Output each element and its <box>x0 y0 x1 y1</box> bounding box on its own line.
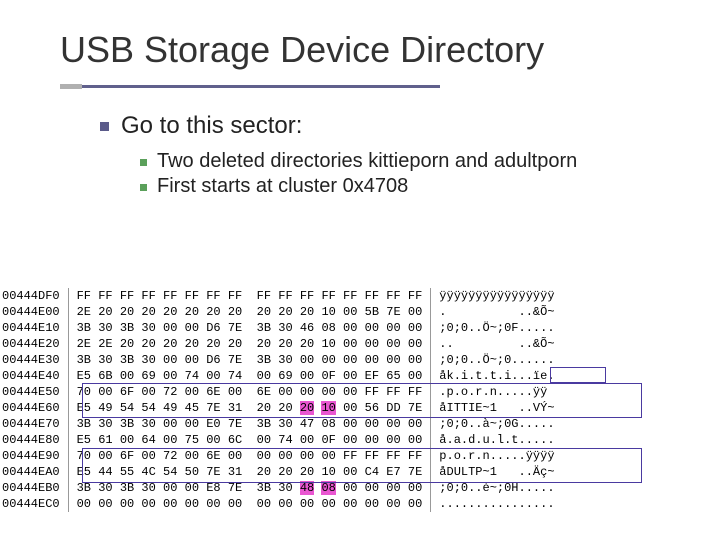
hex-offset: 00444E10 <box>2 320 68 336</box>
bullet-text: First starts at cluster 0x4708 <box>157 175 408 198</box>
bullet-level2: First starts at cluster 0x4708 <box>140 175 690 198</box>
hex-table: 00444DF0FF FF FF FF FF FF FF FF FF FF FF… <box>2 288 555 512</box>
square-bullet-icon <box>100 122 109 131</box>
hex-ascii: p.o.r.n.....ÿÿÿÿ <box>431 448 555 464</box>
hex-offset: 00444E70 <box>2 416 68 432</box>
bullet-level1: Go to this sector: <box>100 112 690 140</box>
hex-row: 00444E5070 00 6F 00 72 00 6E 00 6E 00 00… <box>2 384 555 400</box>
hex-ascii: ;0;0..à~;0G..... <box>431 416 555 432</box>
hex-offset: 00444E90 <box>2 448 68 464</box>
hex-bytes: 2E 20 20 20 20 20 20 20 20 20 20 10 00 5… <box>68 304 431 320</box>
hex-ascii: åITTIE~1 ..VÝ~ <box>431 400 555 416</box>
hex-bytes: 3B 30 3B 30 00 00 D6 7E 3B 30 46 08 00 0… <box>68 320 431 336</box>
hex-offset: 00444E50 <box>2 384 68 400</box>
hex-bytes: E5 49 54 54 49 45 7E 31 20 20 20 10 00 5… <box>68 400 431 416</box>
hex-ascii: . ..&Õ~ <box>431 304 555 320</box>
hex-row: 00444EA0E5 44 55 4C 54 50 7E 31 20 20 20… <box>2 464 555 480</box>
hex-bytes: 3B 30 3B 30 00 00 E8 7E 3B 30 48 08 00 0… <box>68 480 431 496</box>
slide-body: Go to this sector: Two deleted directori… <box>0 90 720 198</box>
hex-offset: 00444EB0 <box>2 480 68 496</box>
hex-ascii: ;0;0..Ö~;0F..... <box>431 320 555 336</box>
hex-bytes: 2E 2E 20 20 20 20 20 20 20 20 20 10 00 0… <box>68 336 431 352</box>
hex-bytes: 3B 30 3B 30 00 00 D6 7E 3B 30 00 00 00 0… <box>68 352 431 368</box>
hex-bytes: 3B 30 3B 30 00 00 E0 7E 3B 30 47 08 00 0… <box>68 416 431 432</box>
square-bullet-icon <box>140 184 147 191</box>
hex-bytes: FF FF FF FF FF FF FF FF FF FF FF FF FF F… <box>68 288 431 304</box>
hex-offset: 00444E60 <box>2 400 68 416</box>
hex-row: 00444E80E5 61 00 64 00 75 00 6C 00 74 00… <box>2 432 555 448</box>
hex-ascii: ;0;0..è~;0H..... <box>431 480 555 496</box>
hex-offset: 00444EC0 <box>2 496 68 512</box>
hex-bytes: 00 00 00 00 00 00 00 00 00 00 00 00 00 0… <box>68 496 431 512</box>
hex-offset: 00444E30 <box>2 352 68 368</box>
hex-row: 00444E103B 30 3B 30 00 00 D6 7E 3B 30 46… <box>2 320 555 336</box>
hex-ascii: åk.i.t.t.i...ïe. <box>431 368 555 384</box>
hex-ascii: å.a.d.u.l.t..... <box>431 432 555 448</box>
bullet-text: Go to this sector: <box>121 112 302 140</box>
bullet-level2: Two deleted directories kittieporn and a… <box>140 150 690 173</box>
slide-title: USB Storage Device Directory <box>60 30 720 80</box>
hex-offset: 00444EA0 <box>2 464 68 480</box>
hex-offset: 00444E00 <box>2 304 68 320</box>
hex-ascii: ÿÿÿÿÿÿÿÿÿÿÿÿÿÿÿÿ <box>431 288 555 304</box>
title-underline <box>60 84 440 90</box>
hex-offset: 00444E40 <box>2 368 68 384</box>
hex-bytes: 70 00 6F 00 72 00 6E 00 00 00 00 00 FF F… <box>68 448 431 464</box>
hex-dump: 00444DF0FF FF FF FF FF FF FF FF FF FF FF… <box>2 288 718 512</box>
square-bullet-icon <box>140 159 147 166</box>
hex-offset: 00444DF0 <box>2 288 68 304</box>
hex-row: 00444EC000 00 00 00 00 00 00 00 00 00 00… <box>2 496 555 512</box>
hex-ascii: .p.o.r.n.....ÿÿ <box>431 384 555 400</box>
hex-ascii: .. ..&Õ~ <box>431 336 555 352</box>
hex-ascii: ................ <box>431 496 555 512</box>
hex-bytes: E5 6B 00 69 00 74 00 74 00 69 00 0F 00 E… <box>68 368 431 384</box>
annotation-box-itti <box>550 367 606 383</box>
hex-row: 00444DF0FF FF FF FF FF FF FF FF FF FF FF… <box>2 288 555 304</box>
hex-ascii: åDULTP~1 ..Äç~ <box>431 464 555 480</box>
hex-row: 00444E9070 00 6F 00 72 00 6E 00 00 00 00… <box>2 448 555 464</box>
hex-row: 00444E002E 20 20 20 20 20 20 20 20 20 20… <box>2 304 555 320</box>
hex-ascii: ;0;0..Ö~;0...... <box>431 352 555 368</box>
hex-row: 00444E703B 30 3B 30 00 00 E0 7E 3B 30 47… <box>2 416 555 432</box>
bullet-text: Two deleted directories kittieporn and a… <box>157 150 577 173</box>
hex-row: 00444EB03B 30 3B 30 00 00 E8 7E 3B 30 48… <box>2 480 555 496</box>
hex-row: 00444E40E5 6B 00 69 00 74 00 74 00 69 00… <box>2 368 555 384</box>
hex-row: 00444E202E 2E 20 20 20 20 20 20 20 20 20… <box>2 336 555 352</box>
title-block: USB Storage Device Directory <box>0 0 720 90</box>
hex-bytes: E5 44 55 4C 54 50 7E 31 20 20 20 10 00 C… <box>68 464 431 480</box>
hex-bytes: E5 61 00 64 00 75 00 6C 00 74 00 0F 00 0… <box>68 432 431 448</box>
hex-row: 00444E303B 30 3B 30 00 00 D6 7E 3B 30 00… <box>2 352 555 368</box>
hex-bytes: 70 00 6F 00 72 00 6E 00 6E 00 00 00 00 F… <box>68 384 431 400</box>
hex-offset: 00444E20 <box>2 336 68 352</box>
hex-offset: 00444E80 <box>2 432 68 448</box>
hex-row: 00444E60E5 49 54 54 49 45 7E 31 20 20 20… <box>2 400 555 416</box>
